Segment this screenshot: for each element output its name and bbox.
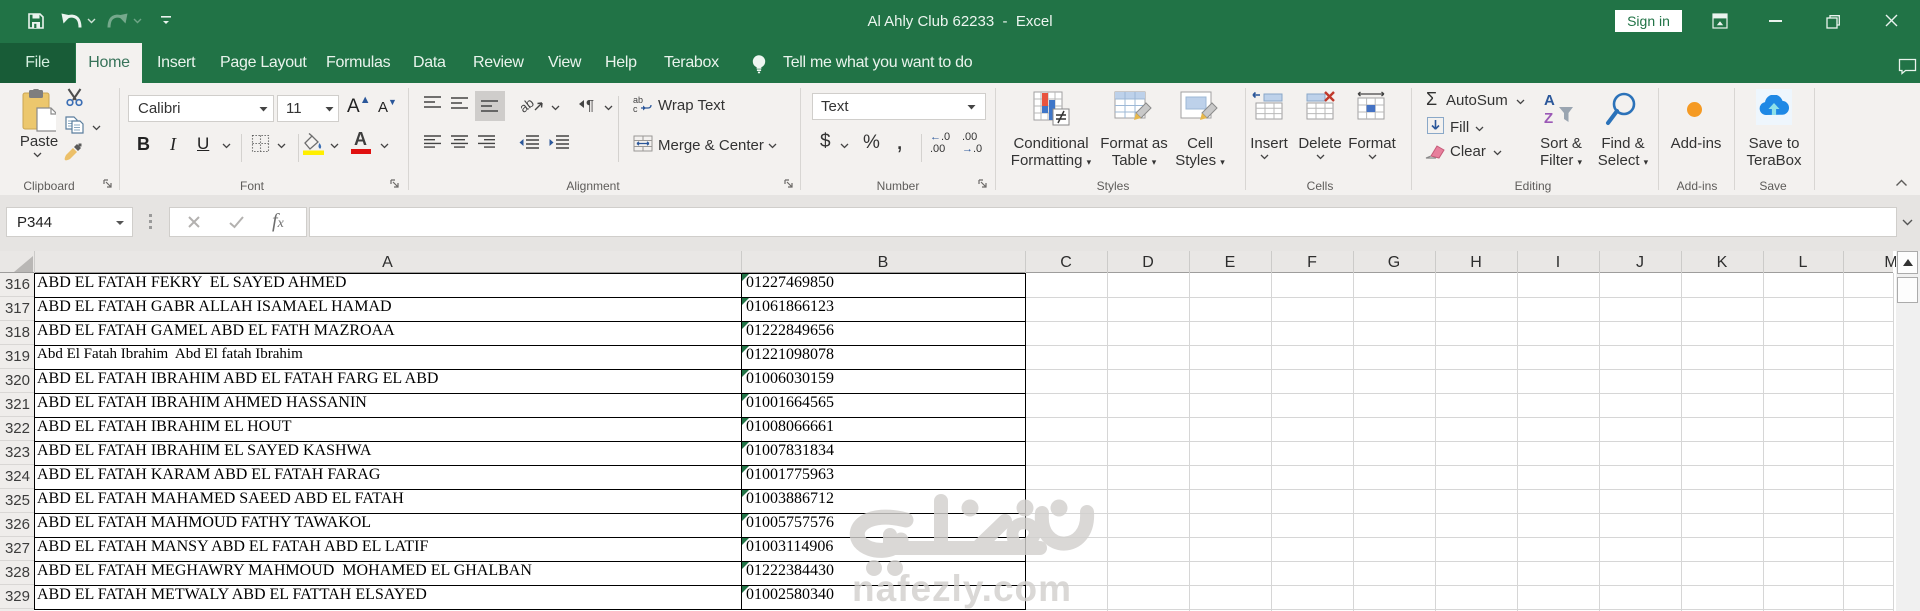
svg-text:¶: ¶	[586, 97, 594, 112]
svg-text:nafezly.com: nafezly.com	[852, 568, 1072, 609]
svg-text:ab: ab	[521, 95, 537, 116]
svg-text:Z: Z	[1544, 110, 1553, 127]
svg-text:A: A	[1544, 92, 1555, 109]
svg-text:c: c	[633, 104, 638, 113]
